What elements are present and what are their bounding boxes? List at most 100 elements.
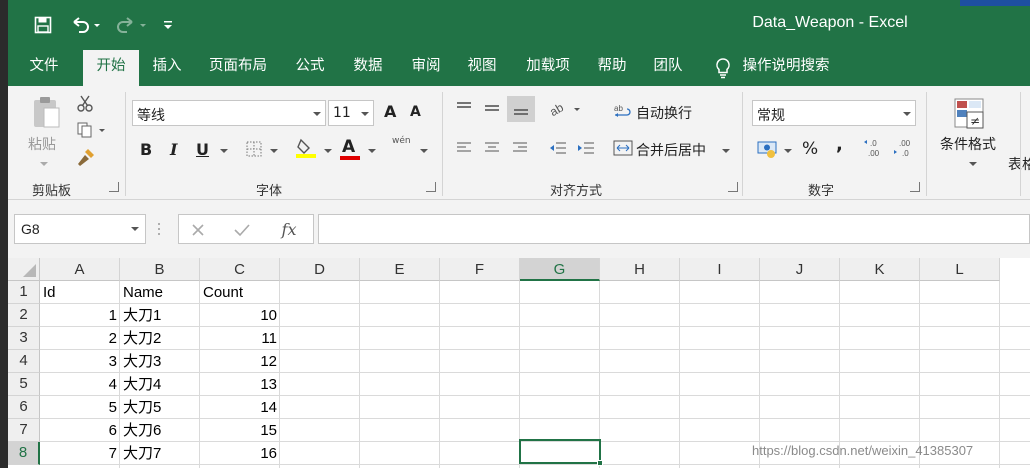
cell-b1[interactable]: Name	[120, 281, 200, 303]
table-format-button[interactable]: 表格	[1008, 154, 1030, 174]
comma-button[interactable]: ,	[836, 134, 843, 155]
phonetic-dropdown-icon[interactable]	[420, 149, 428, 153]
copy-icon[interactable]	[74, 120, 110, 140]
cell-c8[interactable]: 16	[200, 442, 280, 464]
row-header-4[interactable]: 4	[8, 350, 40, 373]
wrap-text-icon[interactable]: ab	[612, 102, 634, 122]
tab-file[interactable]: 文件	[18, 50, 70, 86]
fill-color-icon[interactable]	[294, 136, 318, 160]
bold-button[interactable]: B	[140, 140, 152, 159]
tab-page-layout[interactable]: 页面布局	[200, 50, 276, 86]
formula-input[interactable]	[318, 214, 1030, 244]
column-header-c[interactable]: C	[200, 258, 280, 281]
font-name-box[interactable]: 等线	[132, 100, 326, 126]
tab-team[interactable]: 团队	[644, 50, 692, 86]
cell-a6[interactable]: 5	[40, 396, 120, 418]
cell-a1[interactable]: Id	[40, 281, 120, 303]
cell-a5[interactable]: 4	[40, 373, 120, 395]
cell-b6[interactable]: 大刀5	[120, 396, 200, 418]
resize-handle-icon[interactable]	[158, 222, 160, 236]
border-dropdown-icon[interactable]	[270, 149, 278, 153]
insert-function-icon[interactable]: fx	[277, 219, 301, 239]
merge-center-icon[interactable]	[612, 138, 634, 158]
number-launcher-icon[interactable]	[910, 182, 920, 192]
row-header-5[interactable]: 5	[8, 373, 40, 396]
number-format-box[interactable]: 常规	[752, 100, 916, 126]
orientation-icon[interactable]: ab	[546, 98, 586, 120]
row-header-7[interactable]: 7	[8, 419, 40, 442]
column-header-i[interactable]: I	[680, 258, 760, 281]
chevron-down-icon[interactable]	[131, 227, 139, 231]
column-header-b[interactable]: B	[120, 258, 200, 281]
tab-review[interactable]: 审阅	[402, 50, 450, 86]
row-header-2[interactable]: 2	[8, 304, 40, 327]
conditional-format-dropdown-icon[interactable]	[969, 162, 977, 166]
paste-icon[interactable]	[26, 94, 66, 130]
enter-icon[interactable]	[233, 221, 251, 239]
cell-a3[interactable]: 2	[40, 327, 120, 349]
tab-formulas[interactable]: 公式	[286, 50, 334, 86]
cell-b4[interactable]: 大刀3	[120, 350, 200, 372]
conditional-format-button[interactable]: 条件格式	[940, 134, 996, 154]
column-header-j[interactable]: J	[760, 258, 840, 281]
fill-handle[interactable]	[597, 460, 603, 466]
fill-color-dropdown-icon[interactable]	[324, 149, 332, 153]
column-header-f[interactable]: F	[440, 258, 520, 281]
selected-cell[interactable]	[519, 439, 601, 464]
percent-button[interactable]: %	[802, 139, 818, 159]
shrink-font-icon[interactable]: A	[410, 104, 421, 120]
cell-c4[interactable]: 12	[200, 350, 280, 372]
merge-center-button[interactable]: 合并后居中	[636, 140, 706, 160]
align-bottom-icon[interactable]	[507, 96, 535, 122]
tab-view[interactable]: 视图	[458, 50, 506, 86]
column-header-d[interactable]: D	[280, 258, 360, 281]
cell-b3[interactable]: 大刀2	[120, 327, 200, 349]
tab-data[interactable]: 数据	[344, 50, 392, 86]
cell-c2[interactable]: 10	[200, 304, 280, 326]
align-center-icon[interactable]	[482, 138, 502, 158]
alignment-launcher-icon[interactable]	[728, 182, 738, 192]
tab-help[interactable]: 帮助	[588, 50, 636, 86]
currency-dropdown-icon[interactable]	[784, 149, 792, 153]
currency-icon[interactable]	[756, 138, 780, 160]
grow-font-icon[interactable]: A	[384, 102, 396, 121]
clipboard-launcher-icon[interactable]	[109, 182, 119, 192]
select-all-button[interactable]	[8, 258, 40, 281]
customize-qat-icon[interactable]	[158, 12, 178, 38]
underline-dropdown-icon[interactable]	[220, 149, 228, 153]
paste-dropdown-icon[interactable]	[40, 162, 48, 166]
wrap-text-button[interactable]: 自动换行	[636, 103, 692, 123]
column-header-g[interactable]: G	[520, 258, 600, 281]
decrease-decimal-icon[interactable]: .00.0	[892, 136, 918, 160]
cut-icon[interactable]	[74, 94, 96, 114]
chevron-down-icon[interactable]	[903, 112, 911, 116]
tell-me-search[interactable]: 操作说明搜索	[736, 50, 836, 86]
decrease-indent-icon[interactable]	[548, 138, 568, 158]
column-header-h[interactable]: H	[600, 258, 680, 281]
row-header-1[interactable]: 1	[8, 281, 40, 304]
worksheet-grid[interactable]: ABCDEFGHIJKL 12345678 Id Name Count 1 大刀1 10 2…	[8, 258, 1030, 468]
merge-dropdown-icon[interactable]	[722, 149, 730, 153]
undo-icon[interactable]	[66, 12, 106, 38]
increase-indent-icon[interactable]	[576, 138, 596, 158]
cell-c6[interactable]: 14	[200, 396, 280, 418]
underline-button[interactable]: U	[196, 140, 209, 159]
cell-b5[interactable]: 大刀4	[120, 373, 200, 395]
cell-c5[interactable]: 13	[200, 373, 280, 395]
align-left-icon[interactable]	[454, 138, 474, 158]
cell-b7[interactable]: 大刀6	[120, 419, 200, 441]
font-launcher-icon[interactable]	[426, 182, 436, 192]
increase-decimal-icon[interactable]: .0.00	[862, 136, 888, 160]
cell-b2[interactable]: 大刀1	[120, 304, 200, 326]
cell-b8[interactable]: 大刀7	[120, 442, 200, 464]
save-icon[interactable]	[30, 12, 56, 38]
chevron-down-icon[interactable]	[313, 112, 321, 116]
conditional-format-icon[interactable]: ≠	[950, 96, 990, 132]
row-header-3[interactable]: 3	[8, 327, 40, 350]
redo-icon[interactable]	[112, 12, 152, 38]
font-color-icon[interactable]: A	[342, 137, 355, 157]
cell-a2[interactable]: 1	[40, 304, 120, 326]
phonetic-icon[interactable]: wén	[392, 136, 411, 146]
font-size-box[interactable]: 11	[328, 100, 374, 126]
format-painter-icon[interactable]	[74, 146, 98, 168]
